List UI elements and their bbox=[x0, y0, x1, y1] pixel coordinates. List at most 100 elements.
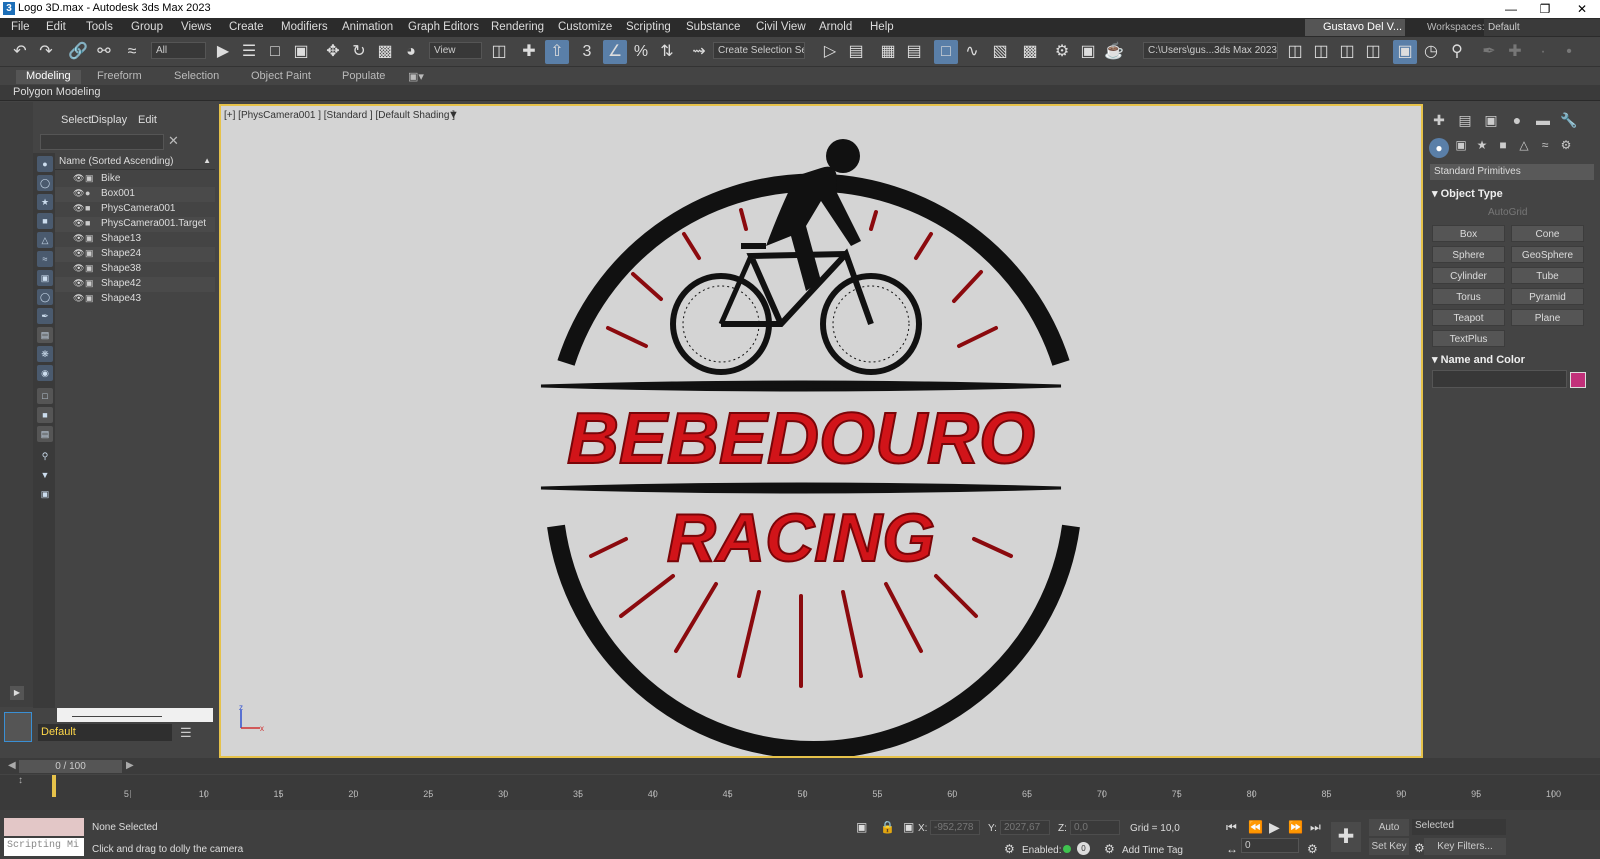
eye-icon[interactable]: 👁 bbox=[73, 218, 84, 229]
pivot-center-icon[interactable]: ◫ bbox=[487, 40, 511, 64]
menu-tools[interactable]: Tools bbox=[86, 21, 113, 33]
menu-scripting[interactable]: Scripting bbox=[626, 21, 671, 33]
menu-customize[interactable]: Customize bbox=[558, 21, 612, 33]
display-frozen-icon[interactable]: □ bbox=[37, 388, 53, 404]
list-item[interactable]: 👁 ● Box001 bbox=[55, 187, 215, 202]
motion-panel-icon[interactable]: ● bbox=[1507, 112, 1527, 128]
pin-icon[interactable]: ▣ bbox=[37, 486, 53, 502]
scale-icon[interactable]: ▩ bbox=[373, 40, 397, 64]
geometry-category-icon[interactable]: ● bbox=[1429, 138, 1449, 158]
list-item[interactable]: 👁 ▣ Shape38 bbox=[55, 262, 215, 277]
display-helpers-icon[interactable]: △ bbox=[37, 232, 53, 248]
tube-button[interactable]: Tube bbox=[1511, 267, 1584, 284]
explorer-search-input[interactable] bbox=[40, 134, 164, 150]
time-tag-count-icon[interactable]: 0 bbox=[1077, 842, 1090, 855]
menu-civil-view[interactable]: Civil View bbox=[756, 21, 806, 33]
utilities-panel-icon[interactable]: 🔧 bbox=[1559, 112, 1579, 129]
link-icon[interactable]: 🔗 bbox=[66, 40, 90, 64]
eye-icon[interactable]: 👁 bbox=[73, 278, 84, 289]
geosphere-button[interactable]: GeoSphere bbox=[1511, 246, 1584, 263]
lights-category-icon[interactable]: ★ bbox=[1472, 138, 1492, 152]
primitive-category-dropdown[interactable]: Standard Primitives bbox=[1430, 164, 1594, 180]
window-crossing-icon[interactable]: ▣ bbox=[289, 40, 313, 64]
circle-icon[interactable]: • bbox=[1557, 40, 1581, 64]
explorer-tab-edit[interactable]: Edit bbox=[138, 114, 157, 126]
systems-category-icon[interactable]: ⚙ bbox=[1556, 138, 1576, 152]
display-spacewarps-icon[interactable]: ≈ bbox=[37, 251, 53, 267]
spacewarps-category-icon[interactable]: ≈ bbox=[1535, 138, 1555, 152]
create-panel-icon[interactable]: ✚ bbox=[1429, 112, 1449, 129]
time-prev-icon[interactable]: ◀ bbox=[8, 760, 16, 771]
layer-dropdown[interactable]: Default bbox=[38, 724, 172, 741]
modify-panel-icon[interactable]: ▤ bbox=[1455, 112, 1475, 129]
menu-file[interactable]: File bbox=[11, 21, 30, 33]
teapot-button[interactable]: Teapot bbox=[1432, 309, 1505, 326]
percent-snap-icon[interactable]: % bbox=[629, 40, 653, 64]
render-production-icon[interactable]: ☕ bbox=[1102, 40, 1126, 64]
bind-space-warp-icon[interactable]: ≈ bbox=[120, 40, 144, 64]
key-mode-toggle-icon[interactable]: ↔ bbox=[1226, 842, 1238, 856]
curve-editor-icon[interactable]: ∿ bbox=[960, 40, 984, 64]
display-all-icon[interactable]: ■ bbox=[37, 407, 53, 423]
named-selection-set-dropdown[interactable]: Create Selection Se bbox=[713, 42, 805, 59]
move-icon[interactable]: ✥ bbox=[321, 40, 345, 64]
autosave-icon[interactable]: ▣ bbox=[1393, 40, 1417, 64]
export-icon[interactable]: ◫ bbox=[1361, 40, 1385, 64]
render-setup-icon[interactable]: ⚙ bbox=[1050, 40, 1074, 64]
isolate-selection-icon[interactable]: ▣ bbox=[856, 820, 867, 834]
workspace-dropdown[interactable]: Default bbox=[1484, 19, 1600, 36]
play-icon[interactable]: ▶ bbox=[1269, 819, 1280, 836]
expand-layout-icon[interactable]: ▶ bbox=[10, 686, 24, 700]
list-item[interactable]: 👁 ▣ Shape42 bbox=[55, 277, 215, 292]
object-type-rollout[interactable]: ▾ Object Type bbox=[1432, 187, 1503, 200]
display-panel-icon[interactable]: ▬ bbox=[1533, 112, 1553, 128]
menu-rendering[interactable]: Rendering bbox=[491, 21, 544, 33]
object-name-input[interactable] bbox=[1432, 370, 1567, 388]
select-manipulate-icon[interactable]: ✚ bbox=[517, 40, 541, 64]
clear-search-icon[interactable]: ✕ bbox=[168, 133, 179, 149]
pyramid-button[interactable]: Pyramid bbox=[1511, 288, 1584, 305]
rectangular-selection-icon[interactable]: □ bbox=[263, 40, 287, 64]
helpers-category-icon[interactable]: △ bbox=[1514, 138, 1534, 152]
display-shapes-icon[interactable]: ◯ bbox=[37, 175, 53, 191]
box-button[interactable]: Box bbox=[1432, 225, 1505, 242]
time-next-icon[interactable]: ▶ bbox=[126, 760, 134, 771]
layers-icon[interactable]: ☰ bbox=[180, 725, 192, 741]
key-selection-dropdown[interactable]: Selected bbox=[1412, 819, 1506, 835]
menu-create[interactable]: Create bbox=[229, 21, 264, 33]
time-configuration-icon[interactable]: ⚙ bbox=[1307, 842, 1318, 856]
cylinder-button[interactable]: Cylinder bbox=[1432, 267, 1505, 284]
menu-edit[interactable]: Edit bbox=[46, 21, 66, 33]
filter-icon[interactable]: ▼ bbox=[37, 467, 53, 483]
viewport-filter-icon[interactable]: ▼ bbox=[448, 109, 459, 121]
eye-icon[interactable]: 👁 bbox=[73, 173, 84, 184]
tab-modeling[interactable]: Modeling bbox=[16, 70, 81, 84]
minimize-button[interactable]: — bbox=[1493, 0, 1529, 18]
shapes-category-icon[interactable]: ▣ bbox=[1451, 138, 1471, 152]
angle-snap-icon[interactable]: ∠ bbox=[603, 40, 627, 64]
adaptive-degradation-icon[interactable]: ⚙ bbox=[1004, 842, 1015, 856]
z-coordinate-field[interactable]: 0,0 bbox=[1070, 820, 1120, 835]
display-particles-icon[interactable]: ❋ bbox=[37, 346, 53, 362]
key-mode-icon[interactable]: ↕ bbox=[18, 775, 23, 786]
menu-group[interactable]: Group bbox=[131, 21, 163, 33]
find-icon[interactable]: ⚲ bbox=[37, 448, 53, 464]
eye-icon[interactable]: 👁 bbox=[73, 263, 84, 274]
explorer-column-header[interactable]: Name (Sorted Ascending) ▲ bbox=[55, 154, 215, 170]
viewport-label-menu[interactable]: [+] [PhysCamera001 ] [Standard ] [Defaul… bbox=[224, 110, 455, 121]
layer-explorer-icon[interactable]: ▤ bbox=[902, 40, 926, 64]
import-icon[interactable]: ◫ bbox=[1335, 40, 1359, 64]
display-containers-icon[interactable]: ▤ bbox=[37, 327, 53, 343]
absolute-mode-icon[interactable]: ▣ bbox=[903, 820, 914, 834]
eye-icon[interactable]: 👁 bbox=[73, 248, 84, 259]
menu-help[interactable]: Help bbox=[870, 21, 894, 33]
list-item[interactable]: 👁 ▣ Bike bbox=[55, 172, 215, 187]
camera-viewport[interactable]: BEBEDOURO RACING bbox=[219, 104, 1423, 758]
explorer-tab-select[interactable]: Select bbox=[61, 114, 92, 126]
select-object-icon[interactable]: ▶ bbox=[211, 40, 235, 64]
time-cursor[interactable] bbox=[52, 775, 56, 797]
list-item[interactable]: 👁 ▣ Shape24 bbox=[55, 247, 215, 262]
eye-icon[interactable]: 👁 bbox=[73, 233, 84, 244]
material-editor-icon[interactable]: ▩ bbox=[1018, 40, 1042, 64]
menu-modifiers[interactable]: Modifiers bbox=[281, 21, 328, 33]
